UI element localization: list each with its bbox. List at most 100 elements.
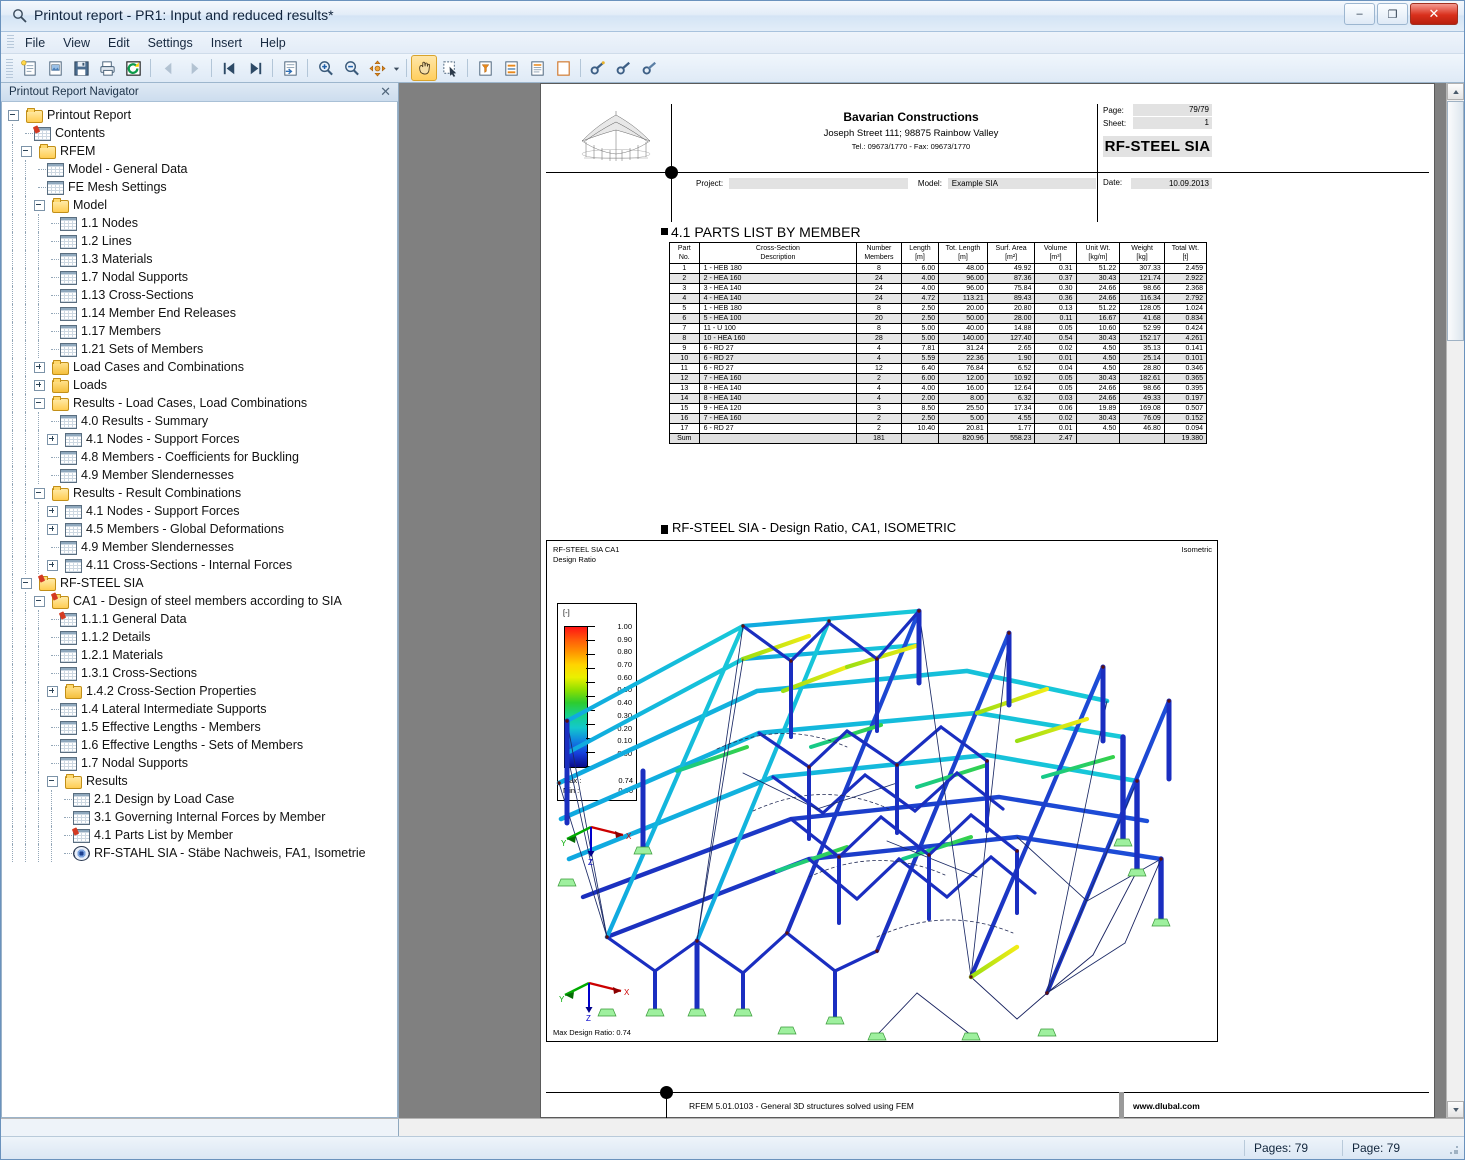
resize-grip-icon[interactable]	[1444, 1140, 1460, 1156]
tree-node[interactable]: Loads	[8, 376, 397, 394]
tree-node[interactable]: RF-STEEL SIA	[8, 574, 397, 592]
report-settings-icon[interactable]	[498, 55, 524, 81]
tree-node[interactable]: 1.5 Effective Lengths - Members	[8, 718, 397, 736]
tree-node[interactable]: 1.7 Nodal Supports	[8, 754, 397, 772]
expand-icon[interactable]	[47, 559, 58, 571]
tree-node[interactable]: 1.2.1 Materials	[8, 646, 397, 664]
minimize-button[interactable]: –	[1344, 3, 1375, 25]
collapse-icon[interactable]	[47, 775, 58, 787]
next-page-icon[interactable]	[181, 55, 207, 81]
tree-node[interactable]: Contents	[8, 124, 397, 142]
tree-node[interactable]: Model - General Data	[8, 160, 397, 178]
collapse-icon[interactable]	[8, 109, 19, 121]
tree-node[interactable]: Results - Load Cases, Load Combinations	[8, 394, 397, 412]
tree-node[interactable]: 4.1 Nodes - Support Forces	[8, 502, 397, 520]
tree-node[interactable]: 1.2 Lines	[8, 232, 397, 250]
tree-node[interactable]: 3.1 Governing Internal Forces by Member	[8, 808, 397, 826]
last-page-icon[interactable]	[242, 55, 268, 81]
chevron-down-icon[interactable]	[390, 55, 402, 81]
scroll-thumb[interactable]	[1447, 101, 1464, 341]
tree-node[interactable]: 4.0 Results - Summary	[8, 412, 397, 430]
menu-file[interactable]: File	[16, 34, 54, 52]
filter-report-icon[interactable]	[472, 55, 498, 81]
page-setup-icon[interactable]	[524, 55, 550, 81]
tree-node[interactable]: 1.17 Members	[8, 322, 397, 340]
tree-node[interactable]: 1.4.2 Cross-Section Properties	[8, 682, 397, 700]
tree-node[interactable]: 4.9 Member Slendernesses	[8, 538, 397, 556]
tree-node[interactable]: 1.21 Sets of Members	[8, 340, 397, 358]
menu-help[interactable]: Help	[251, 34, 295, 52]
edit-link-icon[interactable]	[611, 55, 637, 81]
collapse-icon[interactable]	[34, 595, 45, 607]
first-page-icon[interactable]	[216, 55, 242, 81]
close-icon[interactable]: ✕	[377, 84, 394, 100]
save-report-icon[interactable]	[68, 55, 94, 81]
tree-node[interactable]: 1.1.1 General Data	[8, 610, 397, 628]
expand-icon[interactable]	[47, 523, 58, 535]
insert-link-icon[interactable]	[585, 55, 611, 81]
tree-node[interactable]: 4.1 Nodes - Support Forces	[8, 430, 397, 448]
zoom-out-icon[interactable]	[338, 55, 364, 81]
pan-move-icon[interactable]	[364, 55, 390, 81]
collapse-icon[interactable]	[34, 487, 45, 499]
scroll-up-button[interactable]	[1447, 83, 1464, 100]
tree-node[interactable]: 1.1.2 Details	[8, 628, 397, 646]
remove-link-icon[interactable]	[637, 55, 663, 81]
collapse-icon[interactable]	[21, 145, 32, 157]
tree-node[interactable]: 1.1 Nodes	[8, 214, 397, 232]
navigator-tree-panel[interactable]: Printout Report Contents RFEM Model - Gener…	[1, 102, 398, 1118]
tree-node[interactable]: 1.14 Member End Releases	[8, 304, 397, 322]
tree-node[interactable]: 4.11 Cross-Sections - Internal Forces	[8, 556, 397, 574]
refresh-icon[interactable]	[120, 55, 146, 81]
tree-node[interactable]: 1.4 Lateral Intermediate Supports	[8, 700, 397, 718]
new-report-icon[interactable]	[16, 55, 42, 81]
menu-insert[interactable]: Insert	[202, 34, 251, 52]
tree-node[interactable]: 2.1 Design by Load Case	[8, 790, 397, 808]
tree-node[interactable]: 4.9 Member Slendernesses	[8, 466, 397, 484]
tree-node[interactable]: RFEM	[8, 142, 397, 160]
collapse-icon[interactable]	[34, 199, 45, 211]
footer-website[interactable]: www.dlubal.com	[1133, 1101, 1200, 1111]
tree-node[interactable]: Printout Report	[8, 106, 397, 124]
expand-icon[interactable]	[47, 433, 58, 445]
zoom-in-icon[interactable]	[312, 55, 338, 81]
tree-node[interactable]: 4.8 Members - Coefficients for Buckling	[8, 448, 397, 466]
tree-node[interactable]: Model	[8, 196, 397, 214]
previous-page-icon[interactable]	[155, 55, 181, 81]
expand-icon[interactable]	[34, 361, 45, 373]
menu-settings[interactable]: Settings	[139, 34, 202, 52]
tree-node[interactable]: 1.3 Materials	[8, 250, 397, 268]
menu-view[interactable]: View	[54, 34, 99, 52]
export-pdf-icon[interactable]	[277, 55, 303, 81]
expand-icon[interactable]	[47, 685, 58, 697]
expand-icon[interactable]	[34, 379, 45, 391]
maximize-button[interactable]: ❐	[1377, 3, 1408, 25]
preview-vertical-scrollbar[interactable]	[1446, 83, 1464, 1118]
collapse-icon[interactable]	[34, 397, 45, 409]
print-icon[interactable]	[94, 55, 120, 81]
tree-node[interactable]: CA1 - Design of steel members according …	[8, 592, 397, 610]
tree-node[interactable]: RF-STAHL SIA - Stäbe Nachweis, FA1, Isom…	[8, 844, 397, 862]
hscroll-track[interactable]	[399, 1119, 1464, 1136]
hand-tool-icon[interactable]	[411, 55, 437, 81]
horizontal-scrollbar[interactable]	[1, 1118, 1464, 1136]
tree-node[interactable]: 1.6 Effective Lengths - Sets of Members	[8, 736, 397, 754]
report-preview-area[interactable]: Bavarian Constructions Joseph Street 111…	[399, 83, 1464, 1118]
open-report-icon[interactable]	[42, 55, 68, 81]
tree-node[interactable]: Results - Result Combinations	[8, 484, 397, 502]
tree-node[interactable]: FE Mesh Settings	[8, 178, 397, 196]
tree-node[interactable]: 1.3.1 Cross-Sections	[8, 664, 397, 682]
blank-page-icon[interactable]	[550, 55, 576, 81]
tree-node[interactable]: 4.5 Members - Global Deformations	[8, 520, 397, 538]
tree-node[interactable]: Load Cases and Combinations	[8, 358, 397, 376]
tree-node[interactable]: 1.13 Cross-Sections	[8, 286, 397, 304]
close-button[interactable]: ✕	[1410, 3, 1458, 25]
collapse-icon[interactable]	[21, 577, 32, 589]
tree-node[interactable]: Results	[8, 772, 397, 790]
select-tool-icon[interactable]	[437, 55, 463, 81]
tree-node[interactable]: 4.1 Parts List by Member	[8, 826, 397, 844]
tree-node[interactable]: 1.7 Nodal Supports	[8, 268, 397, 286]
scroll-down-button[interactable]	[1447, 1101, 1464, 1118]
expand-icon[interactable]	[47, 505, 58, 517]
menu-edit[interactable]: Edit	[99, 34, 139, 52]
